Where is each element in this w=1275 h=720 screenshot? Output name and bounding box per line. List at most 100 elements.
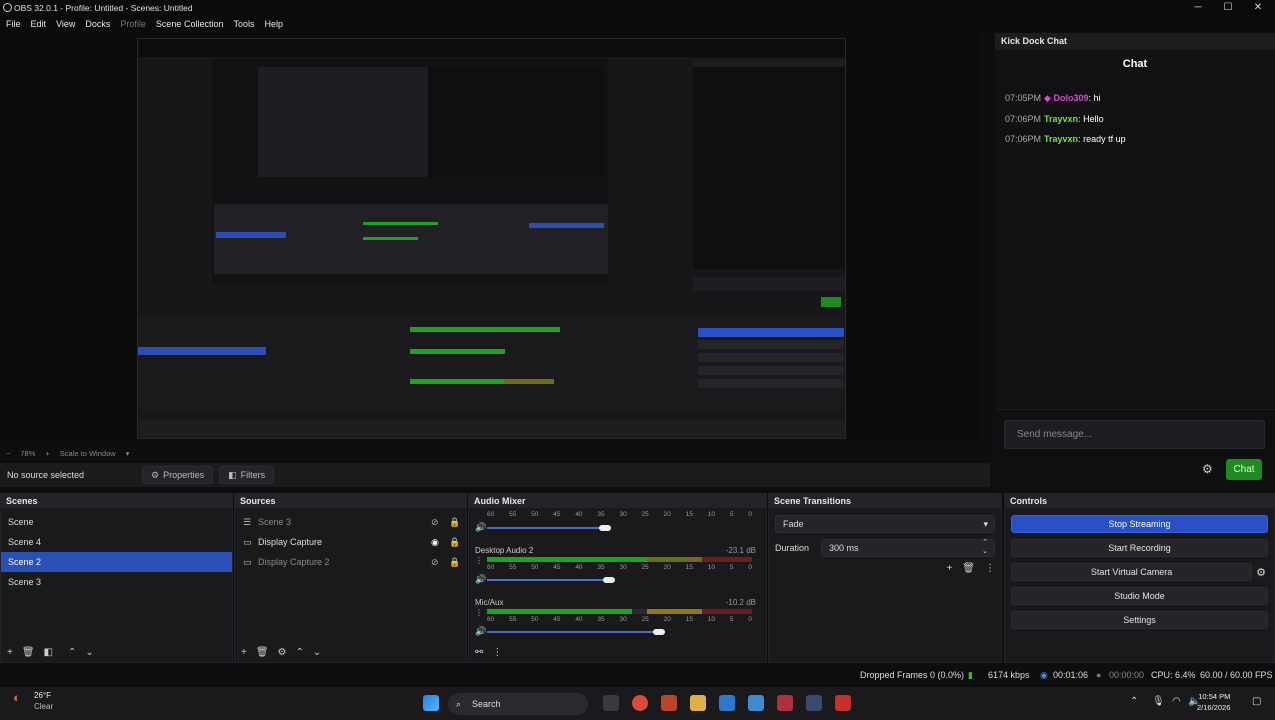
scale-tick: 60: [487, 564, 495, 571]
volume-knob[interactable]: [603, 577, 615, 583]
zoom-out-button[interactable]: −: [6, 449, 10, 458]
taskbar-clock[interactable]: 10:54 PM 2/16/2026: [1197, 691, 1230, 713]
move-up-icon[interactable]: ⌃: [296, 647, 304, 658]
speaker-icon[interactable]: 🔊: [475, 626, 486, 637]
volume-knob[interactable]: [599, 525, 611, 531]
chat-send-button[interactable]: Chat: [1226, 459, 1262, 480]
move-down-icon[interactable]: ⌄: [85, 647, 93, 658]
gear-icon[interactable]: ⚙: [1202, 462, 1213, 476]
stream-icon: ◉: [1040, 670, 1048, 680]
chrome-icon[interactable]: [632, 695, 648, 711]
add-icon[interactable]: +: [946, 563, 952, 574]
lock-icon[interactable]: 🔒: [449, 537, 460, 548]
kebab-menu-icon[interactable]: ⋮: [475, 556, 483, 565]
scenes-header: Scenes: [1, 494, 232, 508]
send-message-input[interactable]: Send message...: [1004, 420, 1265, 449]
chat-username[interactable]: Trayvxn: [1044, 134, 1078, 144]
spinner-icon[interactable]: ⌃ ⌄: [982, 538, 988, 556]
menu-file[interactable]: File: [6, 19, 21, 29]
dock-header: Kick Dock Chat: [995, 33, 1275, 50]
sources-dock: Sources ☰ Scene 3 ⊘ 🔒 ▭ Display Capture …: [234, 493, 467, 663]
weather-icon[interactable]: ◐: [13, 690, 21, 705]
source-item[interactable]: ▭ Display Capture 2 ⊘ 🔒: [235, 552, 466, 572]
scale-tick: 40: [575, 616, 583, 623]
mixer-toolbar: ⚯ ⋮: [469, 645, 502, 659]
menu-tools[interactable]: Tools: [233, 19, 254, 29]
menu-edit[interactable]: Edit: [31, 19, 47, 29]
start-virtual-camera-button[interactable]: Start Virtual Camera: [1011, 563, 1253, 581]
wifi-icon[interactable]: ◠: [1172, 696, 1181, 707]
transition-select[interactable]: Fade ▾: [775, 515, 995, 533]
store-icon[interactable]: [719, 695, 735, 711]
app-icon[interactable]: [748, 695, 764, 711]
steam-icon[interactable]: [806, 695, 822, 711]
lock-icon[interactable]: 🔒: [449, 557, 460, 568]
chevron-up-icon[interactable]: ⌃: [1130, 696, 1138, 707]
eye-off-icon[interactable]: ⊘: [431, 557, 439, 568]
volume-slider[interactable]: [487, 579, 612, 581]
task-view-icon[interactable]: [603, 695, 619, 711]
source-item[interactable]: ☰ Scene 3 ⊘ 🔒: [235, 512, 466, 532]
windows-start-icon[interactable]: [423, 695, 439, 711]
gear-icon[interactable]: ⚙: [278, 647, 287, 658]
duration-input[interactable]: 300 ms ⌃ ⌄: [821, 539, 995, 557]
link-icon[interactable]: ⚯: [475, 647, 483, 658]
speaker-icon[interactable]: 🔊: [475, 574, 486, 585]
scene-item[interactable]: Scene 4: [1, 532, 232, 552]
properties-button[interactable]: ⚙ Properties: [142, 466, 214, 484]
zoom-in-button[interactable]: +: [45, 449, 49, 458]
search-icon: ⌕: [456, 699, 462, 709]
app-icon[interactable]: [661, 695, 677, 711]
stop-streaming-button[interactable]: Stop Streaming: [1011, 515, 1268, 533]
volume-knob[interactable]: [653, 629, 665, 635]
minimize-button[interactable]: ─: [1183, 0, 1213, 15]
lock-icon[interactable]: 🔒: [449, 517, 460, 528]
level-meter: [487, 609, 752, 614]
close-button[interactable]: ✕: [1243, 0, 1273, 15]
kebab-menu-icon[interactable]: ⋮: [492, 647, 502, 658]
eye-off-icon[interactable]: ⊘: [431, 517, 439, 528]
filter-icon[interactable]: ◧: [44, 647, 53, 658]
obs-icon[interactable]: [835, 695, 851, 711]
maximize-button[interactable]: ☐: [1213, 0, 1243, 15]
move-down-icon[interactable]: ⌄: [313, 647, 321, 658]
chat-username[interactable]: Trayvxn: [1044, 114, 1078, 124]
speaker-icon[interactable]: 🔊: [475, 522, 486, 533]
volume-slider[interactable]: [487, 631, 662, 633]
add-icon[interactable]: +: [7, 647, 13, 658]
trash-icon[interactable]: 🗑: [962, 563, 975, 574]
filters-button[interactable]: ◧ Filters: [219, 466, 275, 484]
studio-mode-button[interactable]: Studio Mode: [1011, 587, 1268, 605]
menu-view[interactable]: View: [56, 19, 75, 29]
scene-item[interactable]: Scene 3: [1, 572, 232, 592]
app-icon[interactable]: [777, 695, 793, 711]
file-explorer-icon[interactable]: [690, 695, 706, 711]
add-icon[interactable]: +: [241, 647, 247, 658]
source-item[interactable]: ▭ Display Capture ◉ 🔒: [235, 532, 466, 552]
settings-button[interactable]: Settings: [1011, 611, 1268, 629]
scene-item-selected[interactable]: Scene 2: [1, 552, 232, 572]
trash-icon[interactable]: 🗑: [256, 647, 269, 658]
volume-slider[interactable]: [487, 527, 607, 529]
trash-icon[interactable]: 🗑: [22, 647, 35, 658]
scale-tick: 45: [553, 616, 561, 623]
notification-icon[interactable]: ▢: [1252, 696, 1261, 707]
chevron-down-icon[interactable]: ▾: [126, 449, 130, 458]
menu-scene-collection[interactable]: Scene Collection: [156, 19, 224, 29]
scene-item[interactable]: Scene: [1, 512, 232, 532]
chat-username[interactable]: Dolo309: [1053, 93, 1088, 103]
scale-tick: 0: [748, 564, 752, 571]
move-up-icon[interactable]: ⌃: [68, 647, 76, 658]
scale-mode-select[interactable]: Scale to Window: [60, 449, 116, 458]
kebab-menu-icon[interactable]: ⋮: [475, 608, 483, 617]
taskbar-search[interactable]: ⌕ Search: [448, 693, 588, 715]
menu-help[interactable]: Help: [264, 19, 283, 29]
menu-profile[interactable]: Profile: [120, 19, 146, 29]
kebab-menu-icon[interactable]: ⋮: [985, 563, 995, 574]
start-recording-button[interactable]: Start Recording: [1011, 539, 1268, 557]
gear-icon[interactable]: ⚙: [1256, 566, 1266, 579]
eye-icon[interactable]: ◉: [431, 537, 439, 548]
menu-docks[interactable]: Docks: [85, 19, 110, 29]
microphone-icon[interactable]: 🎙: [1152, 696, 1165, 707]
scale-tick: 40: [575, 564, 583, 571]
